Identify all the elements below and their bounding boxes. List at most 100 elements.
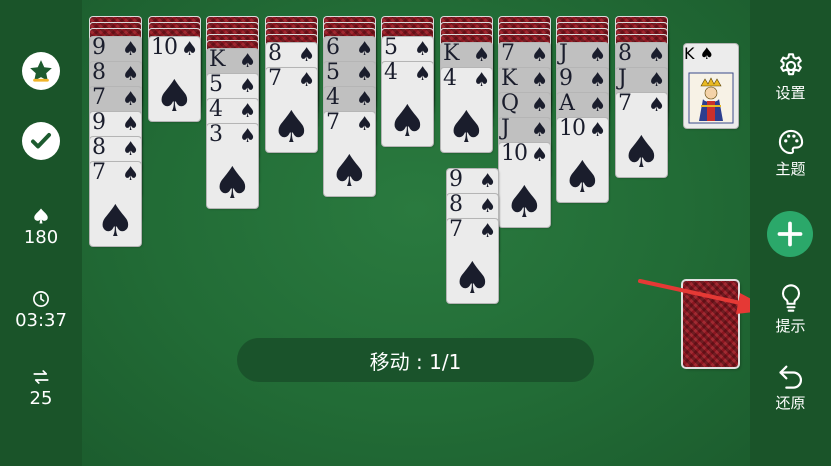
playing-card[interactable]: 10 ♠ ♠	[149, 37, 200, 121]
card-rank: 4	[443, 68, 457, 91]
star-button[interactable]	[0, 52, 82, 90]
card-rank: J	[501, 118, 510, 141]
card-rank: 7	[501, 43, 515, 66]
card-rank: 9	[449, 169, 463, 192]
spade-icon: ♠	[238, 75, 256, 97]
spade-icon: ♠	[121, 113, 139, 135]
undo-label: 还原	[775, 394, 806, 412]
spade-icon: ♠	[530, 119, 548, 141]
spade-icon: ♠	[647, 94, 665, 116]
playing-card[interactable]: 7 ♠ ♠	[266, 68, 317, 152]
spade-icon: ♠	[121, 38, 139, 60]
timer-display: 03:37	[0, 290, 82, 331]
spade-icon: ♠	[530, 69, 548, 91]
card-rank: 4	[384, 62, 398, 85]
card-rank: 9	[92, 112, 106, 135]
spade-icon: ♠	[472, 69, 490, 91]
card-rank: 4	[326, 87, 340, 110]
spade-icon: ♠	[621, 127, 662, 177]
timer-value: 03:37	[15, 310, 67, 331]
left-sidebar: 180 03:37 25	[0, 0, 82, 466]
spade-icon: ♠	[121, 163, 139, 185]
card-rank: 8	[618, 43, 632, 66]
spade-icon: ♠	[472, 44, 490, 66]
settings-button[interactable]: 设置	[750, 52, 831, 103]
spade-icon: ♠	[355, 38, 373, 60]
card-rank: K	[443, 43, 459, 66]
card-rank: 8	[268, 43, 282, 66]
card-rank: A	[559, 93, 575, 116]
playing-card[interactable]: 4 ♠ ♠	[382, 62, 433, 146]
spade-icon: ♠	[121, 63, 139, 85]
playing-card[interactable]: 7 ♠ ♠	[90, 162, 141, 246]
moves-display: 25	[0, 368, 82, 409]
spade-icon: ♠	[387, 96, 428, 146]
swap-arrows-icon	[33, 370, 49, 384]
hint-button[interactable]: 提示	[750, 283, 831, 336]
undo-icon	[778, 365, 802, 389]
card-rank: 5	[209, 74, 223, 97]
move-status-text: 移动 : 1/1	[369, 349, 462, 374]
spade-icon: ♠	[452, 253, 493, 303]
spade-icon: ♠	[238, 100, 256, 122]
card-rank: 7	[618, 93, 632, 116]
card-rank: 9	[559, 68, 573, 91]
spade-icon: ♠	[446, 102, 487, 152]
palette-icon	[778, 129, 803, 155]
spade-icon: ♠	[413, 38, 431, 60]
gear-icon	[779, 53, 802, 76]
spade-icon: ♠	[647, 69, 665, 91]
card-rank: 7	[268, 68, 282, 91]
score-display: 180	[0, 207, 82, 248]
playing-card[interactable]: 3 ♠ ♠	[207, 124, 258, 208]
spade-icon: ♠	[212, 158, 253, 208]
card-rank: 4	[209, 99, 223, 122]
card-rank: 7	[449, 219, 463, 242]
card-rank: 5	[326, 62, 340, 85]
card-rank: 10	[151, 37, 178, 60]
spade-icon	[34, 208, 48, 224]
spade-icon: ♠	[355, 63, 373, 85]
spade-icon: ♠	[530, 94, 548, 116]
spade-icon: ♠	[355, 88, 373, 110]
card-rank: Q	[501, 93, 519, 116]
theme-button[interactable]: 主题	[750, 128, 831, 179]
card-rank: J	[618, 68, 627, 91]
card-rank: K	[209, 49, 225, 72]
card-rank: 8	[92, 62, 106, 85]
playing-card[interactable]: 7 ♠ ♠	[447, 219, 498, 303]
card-rank: 7	[92, 87, 106, 110]
card-rank: 9	[92, 37, 106, 60]
card-rank: 3	[209, 124, 223, 147]
card-rank: J	[559, 43, 568, 66]
playing-card[interactable]: 10 ♠ ♠	[557, 118, 608, 202]
auto-complete-button[interactable]	[0, 122, 82, 160]
playing-card[interactable]: 10 ♠ ♠	[499, 143, 550, 227]
moves-value: 25	[29, 388, 53, 409]
card-rank: 8	[449, 194, 463, 217]
completed-foundation-card: K ♠	[684, 44, 738, 128]
spade-icon: ♠	[238, 125, 256, 147]
spade-icon: ♠	[562, 152, 603, 202]
hint-label: 提示	[775, 317, 806, 335]
spade-icon: ♠	[355, 113, 373, 135]
spade-icon: ♠	[271, 102, 312, 152]
playing-card[interactable]: 7 ♠ ♠	[616, 93, 667, 177]
spade-icon: ♠	[588, 44, 606, 66]
spade-icon: ♠	[121, 138, 139, 160]
playing-card[interactable]: 4 ♠ ♠	[441, 68, 492, 152]
clock-icon	[33, 291, 49, 307]
spade-icon: ♠	[238, 50, 256, 72]
spade-icon: ♠	[588, 69, 606, 91]
plus-icon	[767, 211, 813, 257]
checkmark-icon	[22, 122, 60, 160]
right-sidebar: 设置 主题 提示 还原	[750, 0, 831, 466]
lightbulb-icon	[781, 284, 800, 312]
card-rank: 6	[326, 37, 340, 60]
playing-card[interactable]: 7 ♠ ♠	[324, 112, 375, 196]
theme-label: 主题	[775, 160, 806, 178]
spade-icon: ♠	[478, 195, 496, 217]
add-deal-button[interactable]	[766, 211, 814, 257]
undo-button[interactable]: 还原	[750, 362, 831, 413]
spade-icon: ♠	[530, 144, 548, 166]
